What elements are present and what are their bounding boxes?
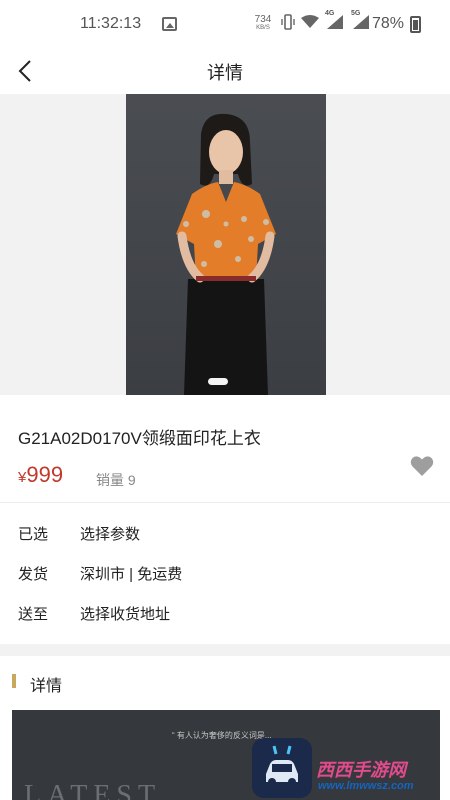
network-speed: 734 KB/S bbox=[253, 15, 273, 33]
nav-bar: 详情 bbox=[0, 48, 450, 94]
price-value: 999 bbox=[26, 462, 64, 487]
status-bar: 11:32:13 734 KB/S 4G 5G 78% bbox=[0, 0, 450, 48]
heart-icon bbox=[410, 456, 434, 476]
product-photo bbox=[126, 94, 326, 395]
network-speed-unit: KB/S bbox=[256, 25, 270, 31]
watermark-text: 西西手游网 bbox=[316, 760, 406, 780]
product-gallery[interactable] bbox=[0, 94, 450, 395]
wifi-icon bbox=[301, 15, 319, 28]
gallery-indicator bbox=[208, 378, 228, 385]
signal-icon bbox=[353, 15, 369, 29]
status-icons: 4G 5G bbox=[281, 10, 371, 30]
signal-5g: 5G bbox=[351, 10, 371, 30]
section-accent-bar bbox=[12, 674, 16, 688]
option-row-address[interactable]: 送至 选择收货地址 bbox=[0, 593, 450, 633]
battery-icon bbox=[410, 16, 421, 33]
product-name: G21A02D0170V领缎面印花上衣 bbox=[18, 429, 261, 448]
model-illustration bbox=[176, 113, 276, 395]
option-row-shipping: 发货 深圳市 | 免运费 bbox=[0, 553, 450, 593]
page-title: 详情 bbox=[207, 63, 243, 83]
option-label: 已选 bbox=[18, 526, 49, 543]
favorite-button[interactable] bbox=[410, 455, 434, 477]
option-row-selected[interactable]: 已选 选择参数 bbox=[0, 513, 450, 553]
product-options: 已选 选择参数 发货 深圳市 | 免运费 送至 选择收货地址 bbox=[0, 502, 450, 644]
option-value: 选择参数 bbox=[80, 526, 141, 543]
details-title: 详情 bbox=[30, 678, 63, 695]
network-speed-value: 734 bbox=[254, 14, 272, 25]
product-info: G21A02D0170V领缎面印花上衣 ¥999 销量 9 bbox=[0, 395, 450, 502]
watermark-logo bbox=[252, 738, 312, 798]
option-label: 送至 bbox=[18, 606, 49, 623]
product-price: ¥999 bbox=[18, 462, 63, 488]
watermark-url: www.lmwwsz.com bbox=[318, 780, 414, 792]
sales-count: 销量 9 bbox=[96, 472, 136, 488]
detail-latest-text: LATEST bbox=[24, 780, 162, 800]
signal-4g: 4G bbox=[325, 10, 345, 30]
status-time: 11:32:13 bbox=[80, 15, 142, 32]
image-notification-icon bbox=[162, 17, 177, 31]
vibrate-icon bbox=[281, 14, 295, 30]
car-icon bbox=[266, 745, 298, 786]
battery-percent: 78% bbox=[372, 15, 405, 32]
option-label: 发货 bbox=[18, 566, 49, 583]
option-value: 选择收货地址 bbox=[80, 606, 171, 623]
signal-icon bbox=[327, 15, 343, 29]
option-value: 深圳市 | 免运费 bbox=[80, 566, 183, 583]
